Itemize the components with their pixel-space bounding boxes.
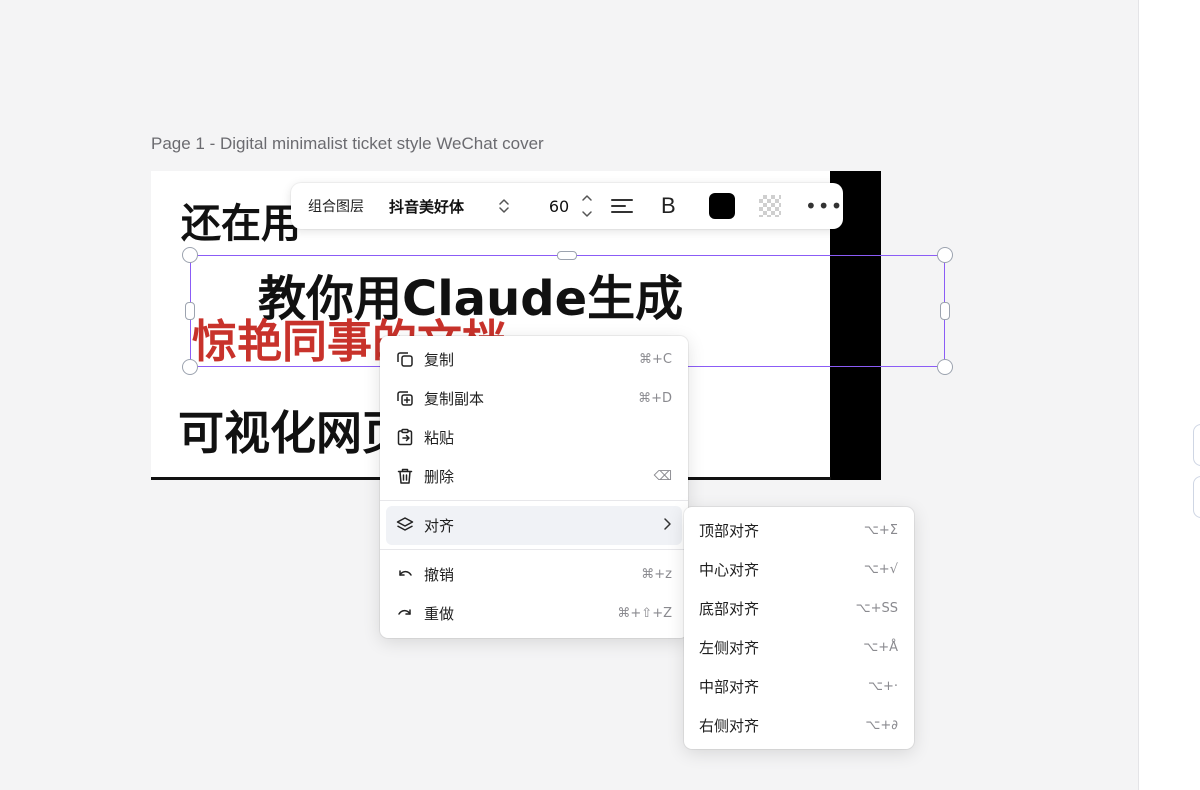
submenu-item-align-top[interactable]: 顶部对齐 ⌥+Σ [684, 511, 914, 550]
context-menu: 复制 ⌘+C 复制副本 ⌘+D 粘贴 删除 ⌫ 对齐 撤销 ⌘+z 重做 ⌘+⇧… [380, 336, 688, 638]
panel-toggle-tab[interactable] [1193, 424, 1200, 466]
submenu-item-shortcut: ⌥+SS [855, 601, 898, 616]
menu-item-undo[interactable]: 撤销 ⌘+z [386, 555, 682, 594]
menu-item-copy[interactable]: 复制 ⌘+C [386, 340, 682, 379]
submenu-item-align-right[interactable]: 右侧对齐 ⌥+∂ [684, 706, 914, 745]
menu-item-shortcut: ⌘+z [641, 567, 672, 582]
page-title[interactable]: Page 1 - Digital minimalist ticket style… [151, 134, 544, 154]
layers-icon [396, 516, 414, 534]
resize-handle-top[interactable] [557, 251, 577, 260]
menu-item-paste[interactable]: 粘贴 [386, 418, 682, 457]
align-submenu: 顶部对齐 ⌥+Σ 中心对齐 ⌥+√ 底部对齐 ⌥+SS 左侧对齐 ⌥+Å 中部对… [684, 507, 914, 749]
copy-icon [396, 350, 414, 368]
text-toolbar: 组合图层 抖音美好体 60 B ••• [291, 183, 843, 229]
submenu-item-label: 中部对齐 [699, 678, 760, 696]
menu-item-label: 复制 [424, 351, 455, 369]
panel-toggle-tab[interactable] [1193, 476, 1200, 518]
font-family-select[interactable]: 抖音美好体 [389, 183, 464, 229]
submenu-item-shortcut: ⌥+· [867, 679, 898, 694]
resize-handle-bottom-left[interactable] [182, 359, 198, 375]
resize-handle-left[interactable] [185, 302, 195, 320]
text-color-swatch[interactable] [709, 183, 735, 229]
group-layer-button[interactable]: 组合图层 [308, 183, 364, 229]
menu-item-shortcut: ⌘+D [638, 391, 672, 406]
submenu-item-align-middle[interactable]: 中部对齐 ⌥+· [684, 667, 914, 706]
submenu-item-label: 右侧对齐 [699, 717, 760, 735]
menu-item-label: 撤销 [424, 566, 455, 584]
submenu-item-label: 顶部对齐 [699, 522, 760, 540]
submenu-item-label: 左侧对齐 [699, 639, 760, 657]
paste-icon [396, 428, 414, 446]
menu-item-shortcut: ⌘+⇧+Z [617, 606, 672, 621]
resize-handle-bottom-right[interactable] [937, 359, 953, 375]
menu-item-shortcut: ⌘+C [639, 352, 672, 367]
menu-item-label: 粘贴 [424, 429, 455, 447]
headline-text-4[interactable]: 可视化网页 [178, 397, 408, 463]
submenu-item-label: 底部对齐 [699, 600, 760, 618]
menu-item-redo[interactable]: 重做 ⌘+⇧+Z [386, 594, 682, 633]
submenu-item-shortcut: ⌥+Σ [863, 523, 898, 538]
menu-item-delete[interactable]: 删除 ⌫ [386, 457, 682, 496]
submenu-item-align-bottom[interactable]: 底部对齐 ⌥+SS [684, 589, 914, 628]
redo-icon [396, 604, 414, 622]
menu-item-shortcut: ⌫ [653, 469, 672, 484]
menu-item-label: 复制副本 [424, 390, 485, 408]
font-size-stepper-icon[interactable] [581, 183, 593, 229]
font-size-input[interactable]: 60 [541, 183, 577, 229]
submenu-item-align-center[interactable]: 中心对齐 ⌥+√ [684, 550, 914, 589]
menu-divider [380, 500, 688, 501]
duplicate-icon [396, 389, 414, 407]
submenu-item-shortcut: ⌥+Å [863, 640, 898, 655]
more-options-button[interactable]: ••• [805, 183, 843, 229]
trash-icon [396, 467, 414, 485]
bold-button[interactable]: B [661, 183, 676, 229]
resize-handle-right[interactable] [940, 302, 950, 320]
menu-item-duplicate[interactable]: 复制副本 ⌘+D [386, 379, 682, 418]
menu-item-label: 删除 [424, 468, 455, 486]
right-panel [1138, 0, 1200, 790]
resize-handle-top-right[interactable] [937, 247, 953, 263]
undo-icon [396, 565, 414, 583]
chevron-right-icon [662, 517, 672, 535]
menu-divider [380, 549, 688, 550]
font-select-chevron-icon[interactable] [497, 183, 511, 229]
menu-item-label: 对齐 [424, 517, 455, 535]
headline-text-1[interactable]: 还在用 [181, 191, 301, 249]
resize-handle-top-left[interactable] [182, 247, 198, 263]
menu-item-align[interactable]: 对齐 [386, 506, 682, 545]
opacity-icon[interactable] [759, 183, 781, 229]
submenu-item-label: 中心对齐 [699, 561, 760, 579]
menu-item-label: 重做 [424, 605, 455, 623]
submenu-item-shortcut: ⌥+∂ [865, 718, 898, 733]
text-align-icon[interactable] [611, 183, 633, 229]
submenu-item-shortcut: ⌥+√ [863, 562, 898, 577]
submenu-item-align-left[interactable]: 左侧对齐 ⌥+Å [684, 628, 914, 667]
